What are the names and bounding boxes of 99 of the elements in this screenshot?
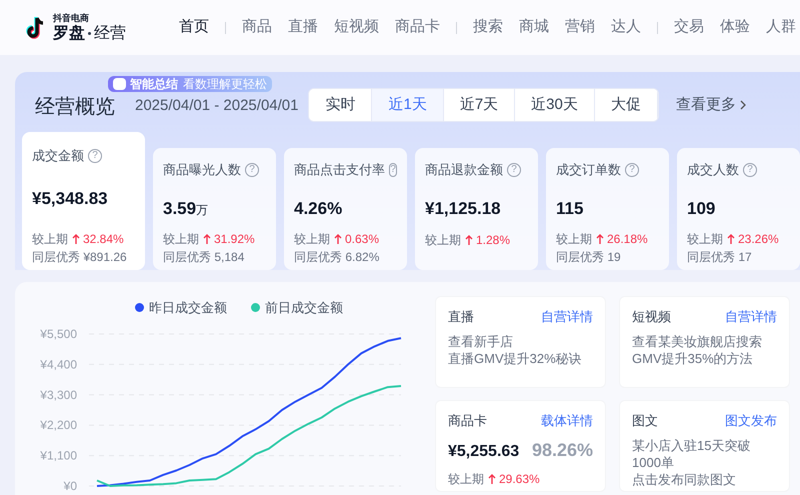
card-link[interactable]: 载体详情 bbox=[541, 411, 593, 430]
metric-label: 商品退款金额 bbox=[425, 161, 503, 179]
change-value: 31.92% bbox=[214, 231, 255, 248]
nav-item[interactable]: 短视频 bbox=[334, 16, 379, 39]
nav-item[interactable]: 人群 bbox=[766, 16, 796, 39]
help-icon[interactable]: ? bbox=[389, 162, 397, 177]
change-value: 23.26% bbox=[738, 231, 779, 248]
card-link[interactable]: 自营详情 bbox=[541, 307, 593, 326]
card-share: 98.26% bbox=[532, 438, 593, 462]
metric-card[interactable]: 商品曝光人数 ? 3.59万 较上期 31.92% 同层优秀 5,184 bbox=[153, 148, 276, 270]
axis-tick-label: ¥2,200 bbox=[40, 418, 77, 432]
legend-label: 前日成交金额 bbox=[265, 299, 343, 317]
metric-value: 4.26% bbox=[294, 198, 342, 220]
change-value: 26.18% bbox=[607, 231, 648, 248]
help-icon[interactable]: ? bbox=[743, 162, 757, 177]
arrow-up-icon bbox=[203, 234, 211, 244]
view-more-link[interactable]: 查看更多 bbox=[676, 94, 747, 116]
compare-label: 较上期 bbox=[687, 231, 723, 248]
metric-card[interactable]: 成交金额 ? ¥5,348.83 较上期 32.84% 同层优秀 ¥891.26 bbox=[22, 132, 145, 270]
metric-value: ¥1,125.18 bbox=[425, 198, 501, 220]
peer-value: 同层优秀 5,184 bbox=[163, 249, 246, 266]
nav-item[interactable]: 商品卡 bbox=[395, 16, 440, 39]
nav-item[interactable]: 首页 bbox=[179, 16, 209, 39]
summary-badge[interactable]: 智能总结 看数理解更轻松 bbox=[108, 76, 272, 92]
help-icon[interactable]: ? bbox=[625, 162, 639, 177]
metric-label: 成交订单数 bbox=[556, 161, 621, 179]
metric-value: 109 bbox=[687, 198, 716, 220]
axis-tick-label: ¥3,300 bbox=[40, 387, 77, 402]
arrow-up-icon bbox=[596, 234, 604, 244]
change-value: 32.84% bbox=[83, 231, 124, 248]
card-text: 点击发布同款图文 bbox=[632, 470, 737, 488]
metric-card[interactable]: 商品退款金额 ? ¥1,125.18 较上期 1.28% bbox=[415, 148, 538, 270]
badge-label: 智能总结 bbox=[130, 78, 178, 90]
range-tab[interactable]: 实时 bbox=[309, 89, 372, 121]
card-title: 图文 bbox=[632, 412, 658, 430]
arrow-up-icon bbox=[488, 474, 496, 484]
peer-value: 同层优秀 19 bbox=[556, 249, 622, 266]
axis-tick-label: ¥5,500 bbox=[40, 326, 77, 340]
arrow-up-icon bbox=[465, 235, 473, 245]
metric-label: 商品曝光人数 bbox=[163, 161, 241, 179]
axis-tick-label: ¥1,100 bbox=[40, 448, 77, 462]
card-link[interactable]: 自营详情 bbox=[725, 307, 777, 326]
metric-card[interactable]: 成交人数 ? 109 较上期 23.26% 同层优秀 17 bbox=[677, 148, 800, 270]
logo-caption: 抖音电商 bbox=[53, 14, 90, 22]
change-value: 1.28% bbox=[476, 232, 510, 249]
date-range: 2025/04/01 - 2025/04/01 bbox=[135, 96, 298, 116]
axis-tick-label: ¥0 bbox=[64, 478, 77, 492]
nav-item[interactable]: 搜索 bbox=[473, 16, 503, 39]
metric-card[interactable]: 成交订单数 ? 115 较上期 26.18% 同层优秀 19 bbox=[546, 148, 669, 270]
card-title: 短视频 bbox=[632, 308, 671, 326]
card-text: 直播GMV提升32%秘诀 bbox=[448, 350, 583, 366]
metric-unit: 万 bbox=[196, 202, 208, 218]
metric-label: 商品点击支付率 bbox=[294, 161, 385, 179]
metric-value: 115 bbox=[556, 198, 584, 220]
arrow-up-icon bbox=[72, 234, 80, 244]
metric-value: ¥5,348.83 bbox=[32, 188, 108, 210]
section-title: 经营概览 bbox=[35, 95, 115, 120]
card-link[interactable]: 图文发布 bbox=[725, 411, 777, 430]
nav-item[interactable]: 商城 bbox=[519, 16, 549, 39]
compare-label: 较上期 bbox=[556, 231, 592, 248]
help-icon[interactable]: ? bbox=[245, 162, 259, 177]
chevron-right-icon bbox=[738, 99, 747, 112]
axis-tick-label: ¥4,400 bbox=[40, 356, 77, 371]
logo-subtitle: 经营 bbox=[94, 26, 126, 42]
nav-item[interactable]: 达人 bbox=[611, 16, 641, 39]
card-value: ¥5,255.63 bbox=[448, 442, 520, 462]
badge-hint: 看数理解更轻松 bbox=[183, 78, 267, 90]
card-text: 某小店入驻15天突破1000单 bbox=[632, 436, 752, 470]
help-icon[interactable]: ? bbox=[507, 162, 521, 177]
legend-label: 昨日成交金额 bbox=[149, 299, 227, 317]
card-text: GMV提升35%的方法 bbox=[632, 350, 754, 366]
peer-value: 同层优秀 ¥891.26 bbox=[32, 249, 128, 266]
nav-item[interactable]: 商品 bbox=[242, 16, 272, 39]
nav-item[interactable]: 直播 bbox=[288, 16, 318, 39]
card-title: 直播 bbox=[448, 308, 474, 326]
compare-label: 较上期 bbox=[448, 470, 484, 488]
metric-card[interactable]: 商品点击支付率 ? 4.26% 较上期 0.63% 同层优秀 6.82% bbox=[284, 148, 407, 270]
arrow-up-icon bbox=[334, 234, 342, 244]
peer-value: 同层优秀 17 bbox=[687, 249, 753, 266]
help-icon[interactable]: ? bbox=[88, 148, 102, 163]
compare-label: 较上期 bbox=[32, 231, 68, 248]
change-value: 29.63% bbox=[499, 470, 540, 488]
arrow-up-icon bbox=[727, 234, 735, 244]
nav-item[interactable]: 营销 bbox=[565, 16, 595, 39]
peer-value: 同层优秀 6.82% bbox=[294, 249, 380, 266]
card-text: 查看某美妆旗舰店搜索 bbox=[632, 332, 763, 350]
metric-label: 成交人数 bbox=[687, 161, 739, 179]
nav-item[interactable]: 交易 bbox=[674, 16, 704, 39]
range-tab[interactable]: 近1天 bbox=[372, 89, 444, 121]
card-title: 商品卡 bbox=[448, 412, 487, 430]
compare-label: 较上期 bbox=[163, 231, 199, 248]
metric-label: 成交金额 bbox=[32, 147, 84, 165]
nav-item[interactable]: 体验 bbox=[720, 16, 750, 39]
compare-label: 较上期 bbox=[425, 232, 461, 249]
change-value: 0.63% bbox=[345, 231, 380, 248]
card-text: 查看新手店 bbox=[448, 332, 514, 350]
compare-label: 较上期 bbox=[294, 231, 330, 248]
metric-value: 3.59 bbox=[163, 198, 196, 220]
logo-title: 罗盘 bbox=[53, 26, 85, 42]
